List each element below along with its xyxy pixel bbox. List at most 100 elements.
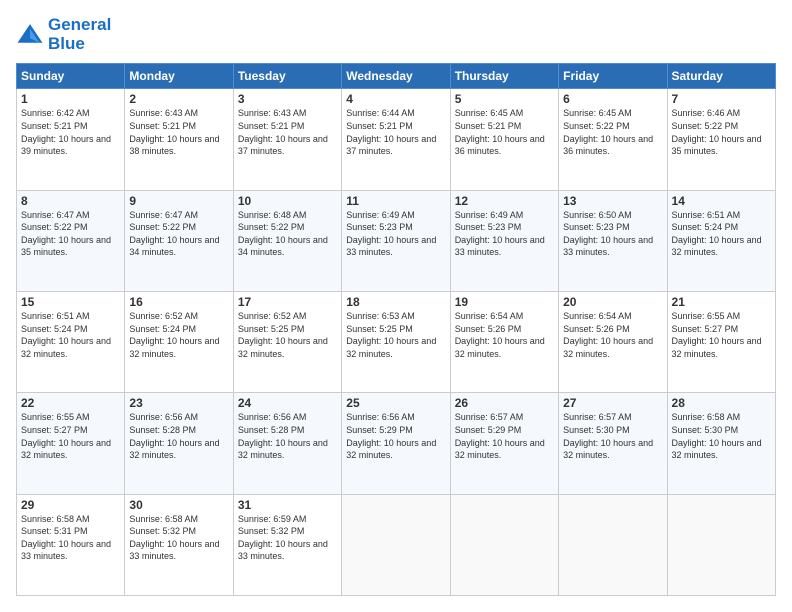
day-info: Sunrise: 6:53 AMSunset: 5:25 PMDaylight:… bbox=[346, 310, 445, 360]
calendar-cell: 4 Sunrise: 6:44 AMSunset: 5:21 PMDayligh… bbox=[342, 89, 450, 190]
day-info: Sunrise: 6:45 AMSunset: 5:21 PMDaylight:… bbox=[455, 107, 554, 157]
logo-text: General Blue bbox=[48, 16, 111, 53]
calendar-cell: 14 Sunrise: 6:51 AMSunset: 5:24 PMDaylig… bbox=[667, 190, 775, 291]
calendar-cell: 16 Sunrise: 6:52 AMSunset: 5:24 PMDaylig… bbox=[125, 292, 233, 393]
calendar-cell bbox=[450, 494, 558, 595]
calendar-cell: 9 Sunrise: 6:47 AMSunset: 5:22 PMDayligh… bbox=[125, 190, 233, 291]
day-info: Sunrise: 6:55 AMSunset: 5:27 PMDaylight:… bbox=[672, 310, 771, 360]
day-info: Sunrise: 6:58 AMSunset: 5:30 PMDaylight:… bbox=[672, 411, 771, 461]
day-info: Sunrise: 6:44 AMSunset: 5:21 PMDaylight:… bbox=[346, 107, 445, 157]
page: General Blue SundayMondayTuesdayWednesda… bbox=[0, 0, 792, 612]
calendar-cell: 3 Sunrise: 6:43 AMSunset: 5:21 PMDayligh… bbox=[233, 89, 341, 190]
calendar-cell: 7 Sunrise: 6:46 AMSunset: 5:22 PMDayligh… bbox=[667, 89, 775, 190]
day-number: 4 bbox=[346, 92, 445, 106]
calendar-cell: 30 Sunrise: 6:58 AMSunset: 5:32 PMDaylig… bbox=[125, 494, 233, 595]
calendar-cell: 20 Sunrise: 6:54 AMSunset: 5:26 PMDaylig… bbox=[559, 292, 667, 393]
day-info: Sunrise: 6:51 AMSunset: 5:24 PMDaylight:… bbox=[672, 209, 771, 259]
day-info: Sunrise: 6:51 AMSunset: 5:24 PMDaylight:… bbox=[21, 310, 120, 360]
calendar-cell: 19 Sunrise: 6:54 AMSunset: 5:26 PMDaylig… bbox=[450, 292, 558, 393]
calendar-cell: 27 Sunrise: 6:57 AMSunset: 5:30 PMDaylig… bbox=[559, 393, 667, 494]
calendar-cell: 1 Sunrise: 6:42 AMSunset: 5:21 PMDayligh… bbox=[17, 89, 125, 190]
calendar-cell: 6 Sunrise: 6:45 AMSunset: 5:22 PMDayligh… bbox=[559, 89, 667, 190]
day-number: 24 bbox=[238, 396, 337, 410]
day-number: 10 bbox=[238, 194, 337, 208]
day-info: Sunrise: 6:54 AMSunset: 5:26 PMDaylight:… bbox=[455, 310, 554, 360]
day-number: 16 bbox=[129, 295, 228, 309]
day-number: 22 bbox=[21, 396, 120, 410]
day-number: 5 bbox=[455, 92, 554, 106]
weekday-header-friday: Friday bbox=[559, 64, 667, 89]
day-info: Sunrise: 6:58 AMSunset: 5:32 PMDaylight:… bbox=[129, 513, 228, 563]
calendar-cell bbox=[667, 494, 775, 595]
day-info: Sunrise: 6:49 AMSunset: 5:23 PMDaylight:… bbox=[346, 209, 445, 259]
calendar-cell: 5 Sunrise: 6:45 AMSunset: 5:21 PMDayligh… bbox=[450, 89, 558, 190]
calendar-cell: 25 Sunrise: 6:56 AMSunset: 5:29 PMDaylig… bbox=[342, 393, 450, 494]
weekday-header-monday: Monday bbox=[125, 64, 233, 89]
day-info: Sunrise: 6:47 AMSunset: 5:22 PMDaylight:… bbox=[21, 209, 120, 259]
day-info: Sunrise: 6:42 AMSunset: 5:21 PMDaylight:… bbox=[21, 107, 120, 157]
day-number: 2 bbox=[129, 92, 228, 106]
day-number: 11 bbox=[346, 194, 445, 208]
day-number: 30 bbox=[129, 498, 228, 512]
day-info: Sunrise: 6:52 AMSunset: 5:25 PMDaylight:… bbox=[238, 310, 337, 360]
day-info: Sunrise: 6:43 AMSunset: 5:21 PMDaylight:… bbox=[238, 107, 337, 157]
header: General Blue bbox=[16, 16, 776, 53]
week-row-2: 8 Sunrise: 6:47 AMSunset: 5:22 PMDayligh… bbox=[17, 190, 776, 291]
day-number: 23 bbox=[129, 396, 228, 410]
calendar-cell: 23 Sunrise: 6:56 AMSunset: 5:28 PMDaylig… bbox=[125, 393, 233, 494]
week-row-5: 29 Sunrise: 6:58 AMSunset: 5:31 PMDaylig… bbox=[17, 494, 776, 595]
day-info: Sunrise: 6:54 AMSunset: 5:26 PMDaylight:… bbox=[563, 310, 662, 360]
day-info: Sunrise: 6:45 AMSunset: 5:22 PMDaylight:… bbox=[563, 107, 662, 157]
day-info: Sunrise: 6:52 AMSunset: 5:24 PMDaylight:… bbox=[129, 310, 228, 360]
calendar-cell: 2 Sunrise: 6:43 AMSunset: 5:21 PMDayligh… bbox=[125, 89, 233, 190]
calendar-cell: 13 Sunrise: 6:50 AMSunset: 5:23 PMDaylig… bbox=[559, 190, 667, 291]
day-number: 25 bbox=[346, 396, 445, 410]
day-number: 13 bbox=[563, 194, 662, 208]
calendar-cell: 29 Sunrise: 6:58 AMSunset: 5:31 PMDaylig… bbox=[17, 494, 125, 595]
day-info: Sunrise: 6:43 AMSunset: 5:21 PMDaylight:… bbox=[129, 107, 228, 157]
day-number: 6 bbox=[563, 92, 662, 106]
calendar-cell: 24 Sunrise: 6:56 AMSunset: 5:28 PMDaylig… bbox=[233, 393, 341, 494]
weekday-header-saturday: Saturday bbox=[667, 64, 775, 89]
day-number: 26 bbox=[455, 396, 554, 410]
day-info: Sunrise: 6:55 AMSunset: 5:27 PMDaylight:… bbox=[21, 411, 120, 461]
day-info: Sunrise: 6:57 AMSunset: 5:30 PMDaylight:… bbox=[563, 411, 662, 461]
calendar-cell: 12 Sunrise: 6:49 AMSunset: 5:23 PMDaylig… bbox=[450, 190, 558, 291]
calendar-cell: 18 Sunrise: 6:53 AMSunset: 5:25 PMDaylig… bbox=[342, 292, 450, 393]
calendar-cell bbox=[342, 494, 450, 595]
day-info: Sunrise: 6:50 AMSunset: 5:23 PMDaylight:… bbox=[563, 209, 662, 259]
day-info: Sunrise: 6:59 AMSunset: 5:32 PMDaylight:… bbox=[238, 513, 337, 563]
day-number: 31 bbox=[238, 498, 337, 512]
calendar-cell: 26 Sunrise: 6:57 AMSunset: 5:29 PMDaylig… bbox=[450, 393, 558, 494]
calendar-cell: 8 Sunrise: 6:47 AMSunset: 5:22 PMDayligh… bbox=[17, 190, 125, 291]
calendar-cell: 28 Sunrise: 6:58 AMSunset: 5:30 PMDaylig… bbox=[667, 393, 775, 494]
day-number: 14 bbox=[672, 194, 771, 208]
day-number: 20 bbox=[563, 295, 662, 309]
logo: General Blue bbox=[16, 16, 111, 53]
day-number: 28 bbox=[672, 396, 771, 410]
calendar-cell: 22 Sunrise: 6:55 AMSunset: 5:27 PMDaylig… bbox=[17, 393, 125, 494]
calendar-cell: 21 Sunrise: 6:55 AMSunset: 5:27 PMDaylig… bbox=[667, 292, 775, 393]
day-number: 17 bbox=[238, 295, 337, 309]
week-row-3: 15 Sunrise: 6:51 AMSunset: 5:24 PMDaylig… bbox=[17, 292, 776, 393]
calendar-cell: 10 Sunrise: 6:48 AMSunset: 5:22 PMDaylig… bbox=[233, 190, 341, 291]
weekday-header-thursday: Thursday bbox=[450, 64, 558, 89]
week-row-4: 22 Sunrise: 6:55 AMSunset: 5:27 PMDaylig… bbox=[17, 393, 776, 494]
day-number: 1 bbox=[21, 92, 120, 106]
day-number: 12 bbox=[455, 194, 554, 208]
day-info: Sunrise: 6:56 AMSunset: 5:29 PMDaylight:… bbox=[346, 411, 445, 461]
day-info: Sunrise: 6:49 AMSunset: 5:23 PMDaylight:… bbox=[455, 209, 554, 259]
calendar-cell bbox=[559, 494, 667, 595]
day-info: Sunrise: 6:57 AMSunset: 5:29 PMDaylight:… bbox=[455, 411, 554, 461]
calendar-cell: 31 Sunrise: 6:59 AMSunset: 5:32 PMDaylig… bbox=[233, 494, 341, 595]
day-info: Sunrise: 6:46 AMSunset: 5:22 PMDaylight:… bbox=[672, 107, 771, 157]
calendar-cell: 15 Sunrise: 6:51 AMSunset: 5:24 PMDaylig… bbox=[17, 292, 125, 393]
day-info: Sunrise: 6:58 AMSunset: 5:31 PMDaylight:… bbox=[21, 513, 120, 563]
calendar-table: SundayMondayTuesdayWednesdayThursdayFrid… bbox=[16, 63, 776, 596]
day-number: 9 bbox=[129, 194, 228, 208]
calendar-cell: 17 Sunrise: 6:52 AMSunset: 5:25 PMDaylig… bbox=[233, 292, 341, 393]
day-number: 7 bbox=[672, 92, 771, 106]
logo-icon bbox=[16, 21, 44, 49]
weekday-header-tuesday: Tuesday bbox=[233, 64, 341, 89]
weekday-header-sunday: Sunday bbox=[17, 64, 125, 89]
